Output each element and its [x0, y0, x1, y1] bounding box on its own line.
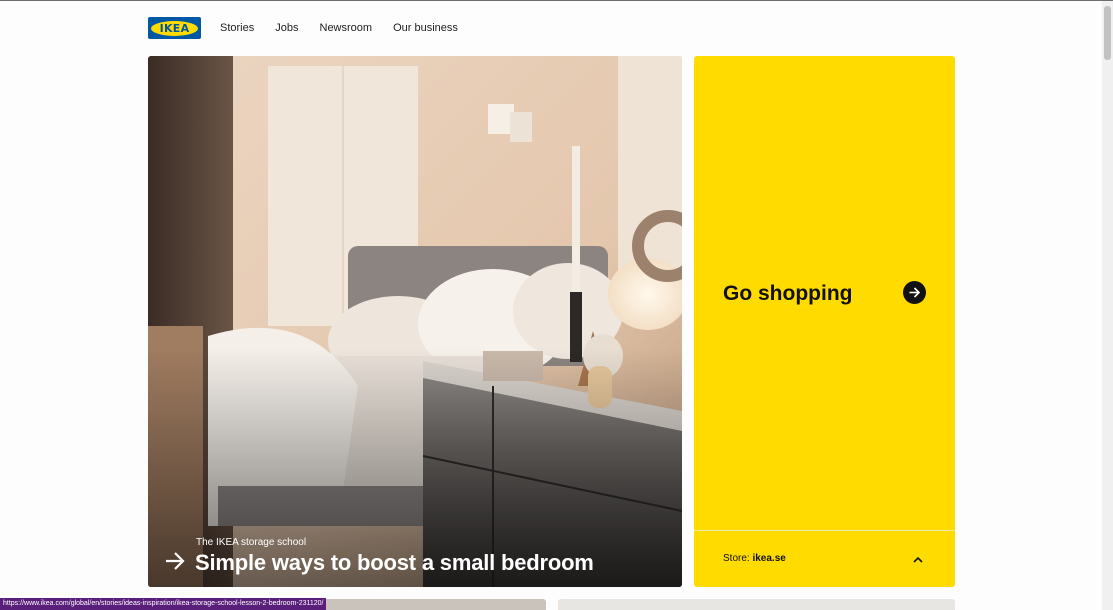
store-value: ikea.se — [752, 553, 786, 564]
hero-story-card[interactable]: The IKEA storage school Simple ways to b… — [148, 56, 682, 587]
logo-text: IKEA — [151, 20, 198, 36]
story-card-next-2[interactable] — [558, 599, 955, 610]
page: IKEA Stories Jobs Newsroom Our business — [0, 0, 1113, 610]
ikea-logo[interactable]: IKEA — [148, 17, 201, 39]
hero-kicker: The IKEA storage school — [196, 537, 307, 548]
arrow-right-icon — [164, 552, 186, 574]
nav-item-our-business[interactable]: Our business — [393, 21, 458, 35]
shop-title: Go shopping — [723, 282, 853, 305]
divider — [694, 530, 955, 531]
store-label: Store: — [723, 553, 750, 564]
nav-item-newsroom[interactable]: Newsroom — [320, 21, 373, 35]
scrollbar[interactable] — [1102, 1, 1113, 610]
nav-item-jobs[interactable]: Jobs — [275, 21, 298, 35]
go-shopping-card[interactable]: Go shopping Store: ikea.se — [694, 56, 955, 587]
store-selector[interactable]: Store: ikea.se — [723, 553, 786, 564]
window-border — [0, 0, 1113, 1]
arrow-right-circle-icon[interactable] — [903, 281, 926, 304]
main-nav: Stories Jobs Newsroom Our business — [220, 21, 479, 35]
status-bar-url: https://www.ikea.com/global/en/stories/i… — [0, 598, 327, 610]
hero-title-link[interactable]: Simple ways to boost a small bedroom — [164, 550, 594, 576]
chevron-up-icon[interactable] — [912, 553, 924, 565]
hero-title: Simple ways to boost a small bedroom — [195, 550, 594, 575]
scrollbar-thumb[interactable] — [1104, 6, 1111, 60]
nav-item-stories[interactable]: Stories — [220, 21, 254, 35]
bedroom-photo — [148, 56, 682, 587]
